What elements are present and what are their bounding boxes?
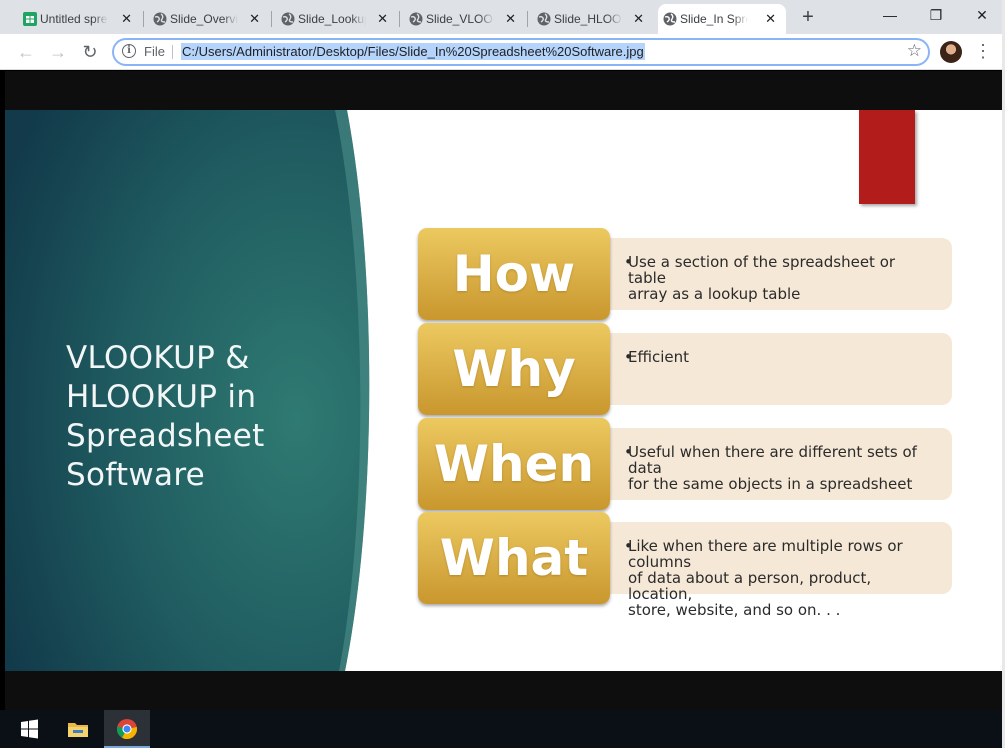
close-tab-icon[interactable]: ✕ [249, 11, 260, 27]
row-keyword: How [418, 228, 610, 320]
forward-button[interactable]: → [46, 40, 70, 64]
title-line: Spreadsheet [66, 418, 265, 454]
tab-strip: Untitled spreadsheet ✕ Slide_Overview ✕ … [0, 0, 1005, 34]
bookmark-star-icon[interactable]: ☆ [907, 41, 922, 61]
windows-taskbar [0, 710, 1005, 748]
page-viewport: VLOOKUP & HLOOKUP in Spreadsheet Softwar… [5, 71, 1002, 710]
omnibox-divider [172, 45, 173, 59]
description-line: Efficient [628, 348, 690, 366]
close-window-button[interactable]: ✕ [959, 0, 1005, 30]
site-info-icon[interactable]: i [122, 44, 136, 58]
tab-slide-lookup[interactable]: Slide_Lookup ✕ [276, 4, 398, 34]
tab-title: Slide_Lookup [298, 12, 366, 26]
file-explorer-button[interactable] [55, 710, 101, 748]
globe-icon [409, 12, 423, 26]
sheets-icon [23, 12, 37, 26]
close-tab-icon[interactable]: ✕ [505, 11, 516, 27]
globe-icon [663, 12, 677, 26]
file-explorer-icon [68, 723, 88, 737]
description-line: Useful when there are different sets of … [628, 443, 917, 477]
globe-icon [281, 12, 295, 26]
row-description: Efficient [578, 333, 952, 405]
tab-separator [271, 11, 272, 27]
close-tab-icon[interactable]: ✕ [633, 11, 644, 27]
globe-icon [537, 12, 551, 26]
row-keyword: What [418, 512, 610, 604]
browser-toolbar: ← → ↻ i File C:/Users/Administrator/Desk… [0, 34, 1005, 70]
row-description: Useful when there are different sets of … [578, 428, 952, 500]
row-how: Use a section of the spreadsheet or tabl… [418, 228, 952, 320]
row-keyword: Why [418, 323, 610, 415]
close-tab-icon[interactable]: ✕ [377, 11, 388, 27]
row-when: Useful when there are different sets of … [418, 418, 952, 510]
tab-untitled-spreadsheet[interactable]: Untitled spreadsheet ✕ [18, 4, 142, 34]
tab-title: Slide_In Spreadsheet [680, 12, 748, 26]
profile-avatar[interactable] [940, 41, 962, 63]
tab-slide-vlookup[interactable]: Slide_VLOOKUP ✕ [404, 4, 526, 34]
scheme-label: File [144, 44, 165, 59]
minimize-button[interactable]: — [867, 0, 913, 30]
chrome-icon [116, 719, 138, 740]
new-tab-button[interactable]: + [796, 6, 820, 30]
close-tab-icon[interactable]: ✕ [121, 11, 132, 27]
back-button[interactable]: ← [14, 40, 38, 64]
kebab-menu-icon[interactable]: ⋮ [974, 41, 992, 63]
tab-separator [527, 11, 528, 27]
start-button[interactable] [6, 710, 52, 748]
row-why: Efficient Why [418, 323, 952, 415]
description-line: store, website, and so on. . . [628, 601, 841, 619]
close-tab-icon[interactable]: ✕ [765, 11, 776, 27]
description-line: array as a lookup table [628, 285, 801, 303]
slide-title: VLOOKUP & HLOOKUP in Spreadsheet Softwar… [66, 339, 346, 495]
description-line: of data about a person, product, locatio… [628, 569, 872, 603]
windows-start-icon [21, 719, 38, 739]
row-what: Like when there are multiple rows or col… [418, 512, 952, 618]
row-description: Like when there are multiple rows or col… [578, 522, 952, 618]
reload-button[interactable]: ↻ [78, 40, 102, 64]
chrome-taskbar-button[interactable] [104, 710, 150, 748]
tab-title: Untitled spreadsheet [40, 12, 108, 26]
description-line: Use a section of the spreadsheet or tabl… [628, 253, 896, 287]
tab-separator [143, 11, 144, 27]
tab-slide-in-spreadsheet[interactable]: Slide_In Spreadsheet ✕ [658, 4, 786, 34]
row-description: Use a section of the spreadsheet or tabl… [578, 238, 952, 310]
description-line: Like when there are multiple rows or col… [628, 537, 903, 571]
title-line: Software [66, 457, 206, 493]
row-keyword: When [418, 418, 610, 510]
tab-title: Slide_HLOOKUP [554, 12, 622, 26]
tab-separator [399, 11, 400, 27]
title-line: VLOOKUP & [66, 340, 250, 376]
slide-image: VLOOKUP & HLOOKUP in Spreadsheet Softwar… [5, 110, 1002, 671]
url-text[interactable]: C:/Users/Administrator/Desktop/Files/Sli… [181, 43, 645, 60]
tab-title: Slide_Overview [170, 12, 238, 26]
restore-button[interactable]: ❐ [913, 0, 959, 30]
description-line: for the same objects in a spreadsheet [628, 475, 913, 493]
address-bar[interactable]: i File C:/Users/Administrator/Desktop/Fi… [112, 38, 930, 66]
tab-slide-hlookup[interactable]: Slide_HLOOKUP ✕ [532, 4, 654, 34]
tab-slide-overview[interactable]: Slide_Overview ✕ [148, 4, 270, 34]
red-accent-bar [859, 110, 915, 204]
title-line: HLOOKUP in [66, 379, 257, 415]
globe-icon [153, 12, 167, 26]
tab-title: Slide_VLOOKUP [426, 12, 494, 26]
